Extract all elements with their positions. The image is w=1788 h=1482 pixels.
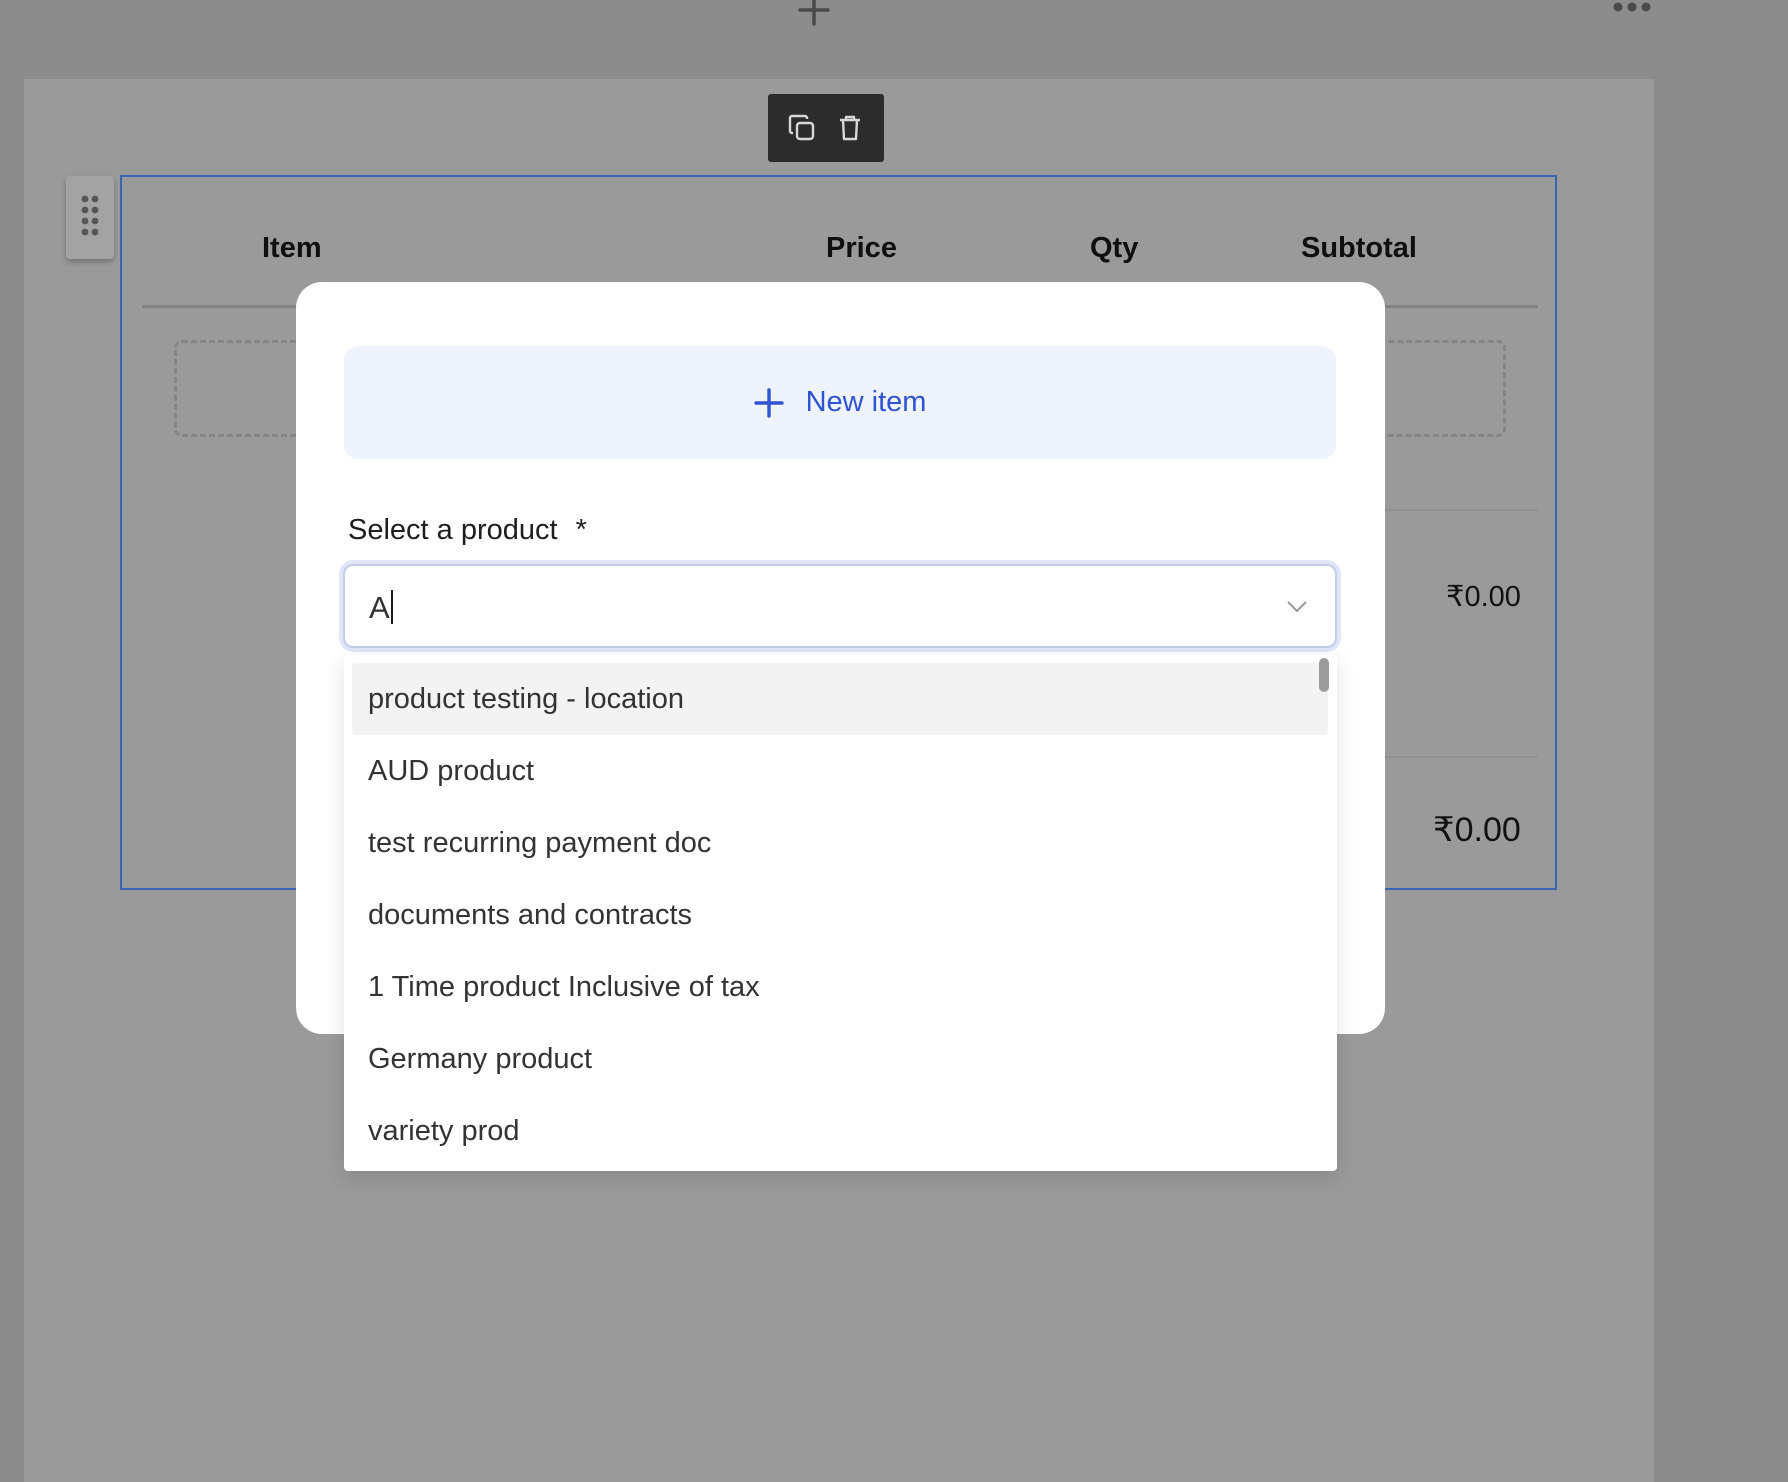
input-text: A xyxy=(369,590,393,626)
dropdown-option[interactable]: product testing - location xyxy=(352,663,1328,735)
row-divider xyxy=(1380,509,1538,511)
dropdown-option[interactable]: 1 Time product Inclusive of tax xyxy=(352,951,1328,1023)
add-block-plus-icon[interactable] xyxy=(796,0,832,28)
required-indicator: * xyxy=(575,514,587,546)
total-divider xyxy=(1380,756,1538,758)
select-product-label: Select a product xyxy=(348,514,558,546)
item-placeholder-left xyxy=(174,340,304,437)
item-placeholder-right xyxy=(1370,340,1506,437)
new-item-label: New item xyxy=(805,386,927,418)
product-dropdown: product testing - location AUD product t… xyxy=(344,655,1337,1171)
dropdown-scrollbar[interactable] xyxy=(1319,658,1329,692)
input-value: A xyxy=(369,590,390,625)
row-subtotal: ₹0.00 xyxy=(1446,581,1521,613)
field-label: Select a product * xyxy=(348,514,587,547)
column-header-qty: Qty xyxy=(1090,232,1139,264)
dropdown-option[interactable]: documents and contracts xyxy=(352,879,1328,951)
block-toolbar xyxy=(768,94,884,162)
dropdown-option[interactable]: test recurring payment doc xyxy=(352,807,1328,879)
column-header-item: Item xyxy=(262,232,322,264)
more-horizontal-icon[interactable] xyxy=(1612,1,1652,13)
column-header-subtotal: Subtotal xyxy=(1301,232,1417,264)
dropdown-option[interactable]: AUD product xyxy=(352,735,1328,807)
trash-icon[interactable] xyxy=(834,112,866,144)
column-header-price: Price xyxy=(826,232,897,264)
dropdown-option[interactable]: Germany product xyxy=(352,1023,1328,1095)
chevron-down-icon[interactable] xyxy=(1285,594,1309,618)
plus-icon xyxy=(753,387,784,418)
drag-handle-icon xyxy=(81,195,99,236)
text-caret xyxy=(390,590,393,624)
dropdown-option[interactable]: variety prod xyxy=(352,1095,1328,1167)
new-item-button[interactable]: New item xyxy=(344,346,1336,459)
drag-handle[interactable] xyxy=(66,176,114,259)
product-select-input[interactable]: A xyxy=(343,564,1337,648)
grand-total: ₹0.00 xyxy=(1433,811,1521,849)
copy-icon[interactable] xyxy=(786,112,818,144)
